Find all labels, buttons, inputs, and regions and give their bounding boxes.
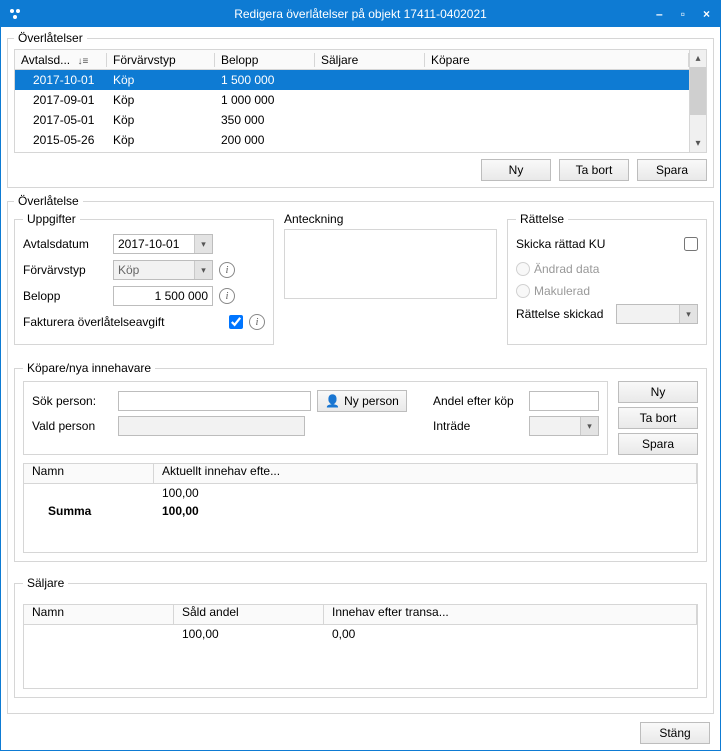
kopare-legend: Köpare/nya innehavare (23, 361, 155, 375)
fakturera-label: Fakturera överlåtelseavgift (23, 315, 229, 329)
close-button[interactable]: × (699, 7, 714, 21)
overlatelse-group: Överlåtelse Uppgifter Avtalsdatum 2017-1… (7, 194, 714, 714)
minimize-button[interactable]: – (652, 7, 667, 21)
saljare-legend: Säljare (23, 576, 68, 590)
info-icon[interactable]: i (249, 314, 265, 330)
sellers-col-sald[interactable]: Såld andel (174, 605, 324, 624)
buyers-col-innehav[interactable]: Aktuellt innehav efte... (154, 464, 697, 483)
andel-label: Andel efter köp (433, 394, 523, 408)
sellers-table[interactable]: Namn Såld andel Innehav efter transa... … (23, 604, 698, 689)
grid-col-avtalsdatum[interactable]: Avtalsd... ↓≡ (15, 53, 107, 67)
forvarvstyp-label: Förvärvstyp (23, 263, 113, 277)
rattelse-group: Rättelse Skicka rättad KU Ändrad data Ma… (507, 212, 707, 345)
close-dialog-button[interactable]: Stäng (640, 722, 710, 744)
sok-person-input[interactable] (118, 391, 311, 411)
avtalsdatum-label: Avtalsdatum (23, 237, 113, 251)
grid-row[interactable]: 2015-05-26Köp200 000 (15, 130, 689, 150)
makulerad-label: Makulerad (534, 284, 590, 298)
grid-col-belopp[interactable]: Belopp (215, 53, 315, 67)
maximize-button[interactable]: ▫ (677, 7, 689, 21)
skicka-label: Skicka rättad KU (516, 237, 684, 251)
intrade-field[interactable]: ▾ (529, 416, 599, 436)
overlatelser-save-button[interactable]: Spara (637, 159, 707, 181)
ny-person-button[interactable]: 👤 Ny person (317, 390, 407, 412)
uppgifter-legend: Uppgifter (23, 212, 80, 226)
andel-input[interactable] (529, 391, 599, 411)
sellers-col-namn[interactable]: Namn (24, 605, 174, 624)
skicka-rattad-checkbox[interactable] (684, 237, 698, 251)
table-row[interactable]: 100,00 (24, 484, 697, 502)
andrad-label: Ändrad data (534, 262, 599, 276)
chevron-down-icon: ▾ (194, 261, 212, 279)
forvarvstyp-field[interactable]: Köp ▾ (113, 260, 213, 280)
makulerad-radio (516, 284, 530, 298)
belopp-label: Belopp (23, 289, 113, 303)
andrad-radio (516, 262, 530, 276)
app-icon (7, 6, 23, 22)
grid-scrollbar[interactable]: ▴ ▾ (689, 50, 706, 152)
buyers-table[interactable]: Namn Aktuellt innehav efte... 100,00 Sum… (23, 463, 698, 553)
avtalsdatum-field[interactable]: 2017-10-01 ▾ (113, 234, 213, 254)
chevron-down-icon: ▾ (580, 417, 598, 435)
overlatelser-new-button[interactable]: Ny (481, 159, 551, 181)
grid-row[interactable]: 2017-10-01Köp1 500 000 (15, 70, 689, 90)
window-title: Redigera överlåtelser på objekt 17411-04… (1, 7, 720, 21)
kopare-group: Köpare/nya innehavare Sök person: 👤 Ny p… (14, 361, 707, 562)
person-add-icon: 👤 (325, 394, 340, 408)
scroll-down-icon[interactable]: ▾ (690, 135, 706, 152)
scroll-up-icon[interactable]: ▴ (690, 50, 706, 67)
scroll-thumb[interactable] (690, 67, 706, 115)
intrade-label: Inträde (433, 419, 523, 433)
sellers-col-innehav[interactable]: Innehav efter transa... (324, 605, 697, 624)
kopare-delete-button[interactable]: Ta bort (618, 407, 698, 429)
grid-col-saljare[interactable]: Säljare (315, 53, 425, 67)
kopare-new-button[interactable]: Ny (618, 381, 698, 403)
grid-col-kopare[interactable]: Köpare (425, 53, 689, 67)
uppgifter-group: Uppgifter Avtalsdatum 2017-10-01 ▾ Förvä… (14, 212, 274, 345)
anteckning-textarea[interactable] (284, 229, 497, 299)
overlatelser-group: Överlåtelser Avtalsd... ↓≡ Förvärvstyp B… (7, 31, 714, 188)
anteckning-label: Anteckning (284, 212, 497, 226)
rattelse-legend: Rättelse (516, 212, 568, 226)
fakturera-checkbox[interactable] (229, 315, 243, 329)
info-icon[interactable]: i (219, 288, 235, 304)
table-row[interactable]: 100,000,00 (24, 625, 697, 643)
overlatelser-legend: Överlåtelser (14, 31, 87, 45)
info-icon[interactable]: i (219, 262, 235, 278)
grid-row[interactable]: 2015-05-26Köp200 000 (15, 150, 689, 152)
grid-row[interactable]: 2017-09-01Köp1 000 000 (15, 90, 689, 110)
rattelse-skickad-label: Rättelse skickad (516, 307, 616, 321)
overlatelse-legend: Överlåtelse (14, 194, 83, 208)
chevron-down-icon: ▾ (194, 235, 212, 253)
belopp-input[interactable] (113, 286, 213, 306)
vald-person-field (118, 416, 305, 436)
grid-col-forvarvstyp[interactable]: Förvärvstyp (107, 53, 215, 67)
saljare-group: Säljare Namn Såld andel Innehav efter tr… (14, 576, 707, 698)
titlebar[interactable]: Redigera överlåtelser på objekt 17411-04… (1, 1, 720, 27)
sok-person-label: Sök person: (32, 394, 112, 408)
overlatelser-delete-button[interactable]: Ta bort (559, 159, 629, 181)
sort-desc-icon: ↓≡ (77, 56, 88, 67)
buyers-sum-row: Summa 100,00 (24, 502, 697, 520)
chevron-down-icon: ▾ (679, 305, 697, 323)
buyers-col-namn[interactable]: Namn (24, 464, 154, 483)
rattelse-skickad-field[interactable]: ▾ (616, 304, 698, 324)
grid-row[interactable]: 2017-05-01Köp350 000 (15, 110, 689, 130)
overlatelser-grid[interactable]: Avtalsd... ↓≡ Förvärvstyp Belopp Säljare… (14, 49, 707, 153)
kopare-save-button[interactable]: Spara (618, 433, 698, 455)
vald-person-label: Vald person (32, 419, 112, 433)
